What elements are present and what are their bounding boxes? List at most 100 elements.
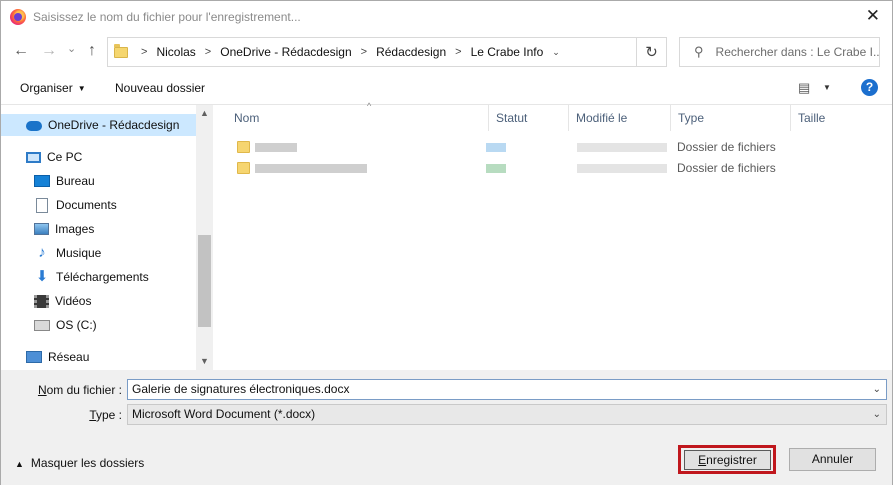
command-bar: Organiser ▼ Nouveau dossier ▤ ▼ bbox=[1, 73, 892, 103]
filename-label-text: om du fichier : bbox=[46, 383, 122, 397]
desktop-icon bbox=[34, 175, 50, 187]
chevron-up-icon: ▲ bbox=[15, 459, 24, 469]
filename-label-accesskey: N bbox=[37, 383, 47, 397]
breadcrumb-le-crabe-info[interactable]: Le Crabe Info bbox=[471, 45, 544, 59]
folder-icon bbox=[237, 141, 250, 153]
navigation-pane: OneDrive - Rédacdesign Ce PC Bureau Docu… bbox=[1, 105, 213, 370]
file-row[interactable]: Dossier de fichiers bbox=[213, 158, 892, 179]
sidebar-item-os-c[interactable]: OS (C:) bbox=[1, 314, 97, 336]
sidebar-item-telechargements[interactable]: ⬇ Téléchargements bbox=[1, 266, 149, 288]
save-button[interactable]: Enregistrer bbox=[684, 450, 771, 470]
breadcrumb-nicolas[interactable]: Nicolas bbox=[156, 45, 195, 59]
address-row: ← → ⌄ ↑ > Nicolas > OneDrive - Rédacdesi… bbox=[1, 37, 892, 67]
refresh-icon[interactable]: ↻ bbox=[636, 38, 666, 66]
file-type-value: Microsoft Word Document (*.docx) bbox=[132, 407, 316, 421]
new-folder-button[interactable]: Nouveau dossier bbox=[115, 81, 205, 95]
breadcrumb-onedrive[interactable]: OneDrive - Rédacdesign bbox=[220, 45, 351, 59]
videos-icon bbox=[34, 294, 49, 308]
documents-icon bbox=[36, 197, 48, 213]
help-icon[interactable]: ? bbox=[861, 79, 878, 96]
organize-button[interactable]: Organiser ▼ bbox=[20, 81, 86, 95]
filename-label: Nom du fichier : bbox=[38, 383, 122, 397]
filename-field[interactable]: Galerie de signatures électroniques.docx… bbox=[127, 379, 887, 400]
organize-label: Organiser bbox=[20, 81, 73, 95]
breadcrumb-separator[interactable]: > bbox=[205, 46, 211, 58]
redacted-folder-name bbox=[255, 143, 297, 152]
search-icon: ⚲ bbox=[694, 44, 704, 59]
firefox-icon bbox=[10, 8, 26, 25]
redacted-modified-date bbox=[577, 164, 667, 173]
hide-folders-toggle[interactable]: ▲ Masquer les dossiers bbox=[15, 456, 144, 470]
sidebar-item-reseau[interactable]: Réseau bbox=[1, 346, 89, 368]
cloud-icon bbox=[26, 121, 42, 131]
address-dropdown-icon[interactable]: ⌄ bbox=[552, 47, 560, 58]
sidebar-item-label: Vidéos bbox=[55, 294, 92, 308]
save-dialog: Saisissez le nom du fichier pour l'enreg… bbox=[0, 0, 893, 485]
pc-icon bbox=[26, 151, 41, 163]
back-arrow-icon[interactable]: ← bbox=[13, 41, 29, 61]
column-header-type[interactable]: Type bbox=[671, 105, 791, 131]
file-type-select[interactable]: Microsoft Word Document (*.docx) ⌄ bbox=[127, 404, 887, 425]
close-icon[interactable]: ✕ bbox=[866, 7, 880, 24]
save-label: nregistrer bbox=[706, 453, 757, 467]
type-label-accesskey: T bbox=[89, 408, 96, 422]
title-bar: Saisissez le nom du fichier pour l'enreg… bbox=[1, 1, 892, 32]
search-placeholder: Rechercher dans : Le Crabe I... bbox=[715, 45, 880, 59]
sidebar-item-label: Téléchargements bbox=[56, 270, 149, 284]
scroll-thumb[interactable] bbox=[198, 235, 211, 327]
breadcrumb-separator: > bbox=[141, 46, 148, 58]
type-label-text: ype : bbox=[95, 408, 122, 422]
chevron-down-icon[interactable]: ▼ bbox=[823, 83, 831, 92]
folder-icon bbox=[114, 43, 128, 58]
file-list: Nom ^ Statut Modifié le Type Taille Doss… bbox=[213, 101, 892, 370]
search-input[interactable]: ⚲ Rechercher dans : Le Crabe I... bbox=[679, 37, 880, 67]
sidebar-item-images[interactable]: Images bbox=[1, 218, 94, 240]
file-row[interactable]: Dossier de fichiers bbox=[213, 137, 892, 158]
sidebar-item-bureau[interactable]: Bureau bbox=[1, 170, 95, 192]
chevron-down-icon[interactable]: ⌄ bbox=[873, 405, 881, 424]
chevron-down-icon: ▼ bbox=[77, 84, 86, 93]
redacted-folder-name bbox=[255, 164, 367, 173]
sidebar-item-ce-pc[interactable]: Ce PC bbox=[1, 146, 82, 168]
column-header-modified[interactable]: Modifié le bbox=[569, 105, 671, 131]
hide-folders-label: Masquer les dossiers bbox=[30, 456, 145, 470]
sidebar-item-musique[interactable]: ♪ Musique bbox=[1, 242, 101, 264]
dialog-title: Saisissez le nom du fichier pour l'enreg… bbox=[33, 9, 301, 24]
sidebar-item-label: Réseau bbox=[48, 350, 90, 364]
column-header-size[interactable]: Taille bbox=[791, 105, 871, 131]
chevron-down-icon[interactable]: ⌄ bbox=[873, 380, 881, 399]
type-label: Type : bbox=[89, 408, 122, 422]
breadcrumb-separator[interactable]: > bbox=[455, 46, 461, 58]
up-arrow-icon[interactable]: ↑ bbox=[88, 41, 96, 61]
disk-icon bbox=[34, 319, 50, 331]
column-header-status[interactable]: Statut bbox=[489, 105, 569, 131]
breadcrumb-redacdesign[interactable]: Rédacdesign bbox=[376, 45, 446, 59]
scroll-up-icon[interactable]: ▲ bbox=[196, 105, 213, 122]
sidebar-item-label: Ce PC bbox=[47, 150, 83, 164]
address-bar[interactable]: > Nicolas > OneDrive - Rédacdesign > Réd… bbox=[107, 37, 667, 67]
cancel-button[interactable]: Annuler bbox=[789, 448, 876, 471]
save-accesskey: E bbox=[698, 453, 707, 467]
column-header-name[interactable]: Nom ^ bbox=[227, 101, 489, 131]
sidebar-item-label: OneDrive - Rédacdesign bbox=[48, 118, 180, 132]
network-icon bbox=[26, 351, 42, 363]
sidebar-scrollbar[interactable]: ▲ ▼ bbox=[196, 105, 213, 370]
recent-locations-icon[interactable]: ⌄ bbox=[67, 39, 76, 59]
breadcrumb-separator[interactable]: > bbox=[361, 46, 367, 58]
scroll-down-icon[interactable]: ▼ bbox=[196, 353, 213, 370]
browser-area: OneDrive - Rédacdesign Ce PC Bureau Docu… bbox=[1, 101, 892, 370]
sync-status-icon bbox=[486, 143, 506, 152]
sidebar-item-label: Bureau bbox=[56, 174, 95, 188]
sidebar-item-label: Musique bbox=[56, 246, 102, 260]
file-type: Dossier de fichiers bbox=[677, 140, 776, 154]
sidebar-item-label: Documents bbox=[56, 198, 117, 212]
sidebar-item-videos[interactable]: Vidéos bbox=[1, 290, 91, 312]
view-options-icon[interactable]: ▤ bbox=[798, 80, 810, 96]
music-icon: ♪ bbox=[38, 244, 46, 261]
sidebar-item-documents[interactable]: Documents bbox=[1, 194, 117, 216]
downloads-icon: ⬇ bbox=[35, 268, 49, 285]
column-label: Nom bbox=[234, 111, 260, 125]
sidebar-item-label: OS (C:) bbox=[56, 318, 97, 332]
sidebar-item-onedrive[interactable]: OneDrive - Rédacdesign bbox=[1, 114, 196, 136]
forward-arrow-icon[interactable]: → bbox=[41, 41, 57, 61]
